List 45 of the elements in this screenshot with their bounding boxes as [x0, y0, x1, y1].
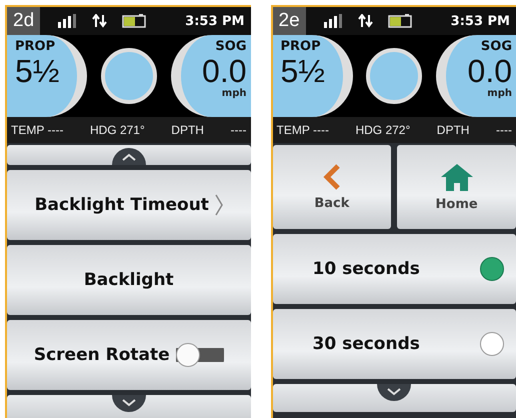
center-dial-icon: [100, 47, 158, 105]
info-reading: HDG 272°: [355, 123, 410, 137]
signal-icon: [324, 14, 344, 28]
sog-unit: mph: [222, 88, 246, 99]
screen-label: 2e: [272, 7, 306, 35]
prop-label: PROP: [15, 39, 56, 54]
home-icon: [440, 162, 474, 190]
battery-icon: [122, 14, 148, 28]
screen-label: 2d: [7, 7, 40, 35]
info-reading: TEMP ----: [11, 123, 64, 137]
data-transfer-icon: [358, 14, 374, 28]
option-label: 10 seconds: [312, 259, 420, 279]
info-reading: ----: [496, 123, 512, 137]
menu-item[interactable]: Backlight: [7, 245, 250, 315]
radio-button[interactable]: [480, 332, 504, 356]
chevron-right-icon: [214, 194, 223, 216]
option-label: 30 seconds: [312, 334, 420, 354]
home-button[interactable]: Home: [397, 145, 516, 229]
battery-icon: [388, 14, 414, 28]
setting-label: Screen Rotate: [34, 345, 170, 365]
info-reading: DPTH: [171, 123, 204, 137]
info-reading: DPTH: [436, 123, 470, 137]
center-dial-icon: [365, 47, 424, 105]
sog-value: 0.0: [202, 54, 246, 88]
clock-time: 3:53 PM: [185, 14, 244, 28]
clock-time: 3:53 PM: [450, 14, 510, 28]
menu-item[interactable]: Backlight Timeout: [7, 170, 250, 240]
scroll-down-icon[interactable]: [377, 384, 412, 404]
prop-value: 5½: [15, 54, 60, 88]
signal-icon: [58, 14, 78, 28]
prop-value: 5½: [280, 54, 326, 88]
sog-label: SOG: [215, 39, 246, 54]
data-transfer-icon: [92, 14, 108, 28]
info-reading: TEMP ----: [276, 123, 329, 137]
sog-value: 0.0: [468, 54, 512, 88]
scroll-down-icon[interactable]: [112, 395, 146, 415]
radio-button[interactable]: [480, 257, 504, 281]
info-reading: HDG 271°: [90, 123, 145, 137]
scroll-up-icon[interactable]: [112, 145, 146, 165]
chevron-left-icon: [322, 164, 342, 190]
prop-label: PROP: [280, 39, 322, 54]
info-reading: ----: [230, 123, 246, 137]
sog-label: SOG: [480, 39, 512, 54]
back-button[interactable]: Back: [272, 145, 392, 229]
sog-unit: mph: [487, 88, 512, 99]
